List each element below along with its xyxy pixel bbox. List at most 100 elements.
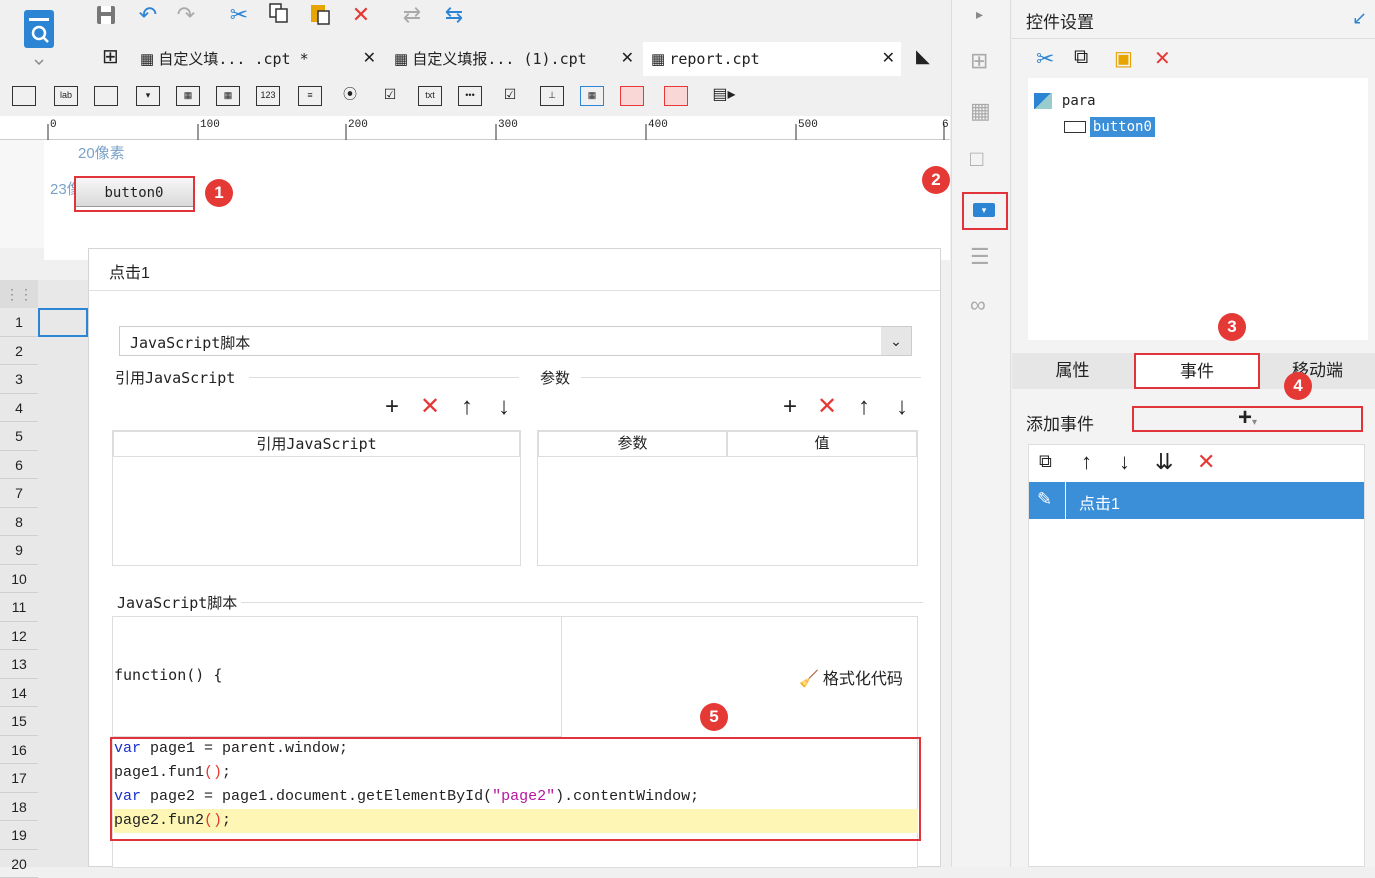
widget-settings-icon[interactable]: ▾ <box>962 192 1008 230</box>
paste-icon[interactable] <box>306 2 334 32</box>
move-up-icon[interactable]: ↑ <box>454 395 480 419</box>
add-event-dropdown[interactable]: +▾ <box>1132 406 1363 432</box>
delete-icon[interactable]: ✕ <box>1197 449 1215 475</box>
paste-icon[interactable]: ▣ <box>1114 46 1133 71</box>
more-widgets-icon[interactable]: ▤▸ <box>712 86 736 106</box>
tree-root[interactable]: para <box>1034 92 1096 109</box>
password-widget-icon[interactable]: ••• <box>458 86 482 106</box>
copy-icon[interactable]: ⧉ <box>1074 46 1088 69</box>
row-number[interactable]: 16 <box>0 736 38 765</box>
label-widget-icon[interactable]: lab <box>54 86 78 106</box>
close-icon[interactable]: ✕ <box>363 42 376 76</box>
tab-mobile[interactable]: 移动端 <box>1260 353 1375 389</box>
close-icon[interactable]: ✕ <box>882 42 895 76</box>
cut-icon[interactable]: ✂ <box>1036 46 1054 72</box>
combobox-widget-icon[interactable]: ▾ <box>136 86 160 106</box>
grid-icon[interactable]: ⊞ <box>102 44 119 69</box>
row-number[interactable]: 19 <box>0 821 38 850</box>
move-down-icon[interactable]: ↓ <box>491 395 517 419</box>
ruler-label: 400 <box>648 119 668 131</box>
tab-events[interactable]: 事件 <box>1134 353 1260 389</box>
redo-icon[interactable]: ↷ <box>172 2 200 28</box>
delete-icon[interactable]: ✕ <box>347 2 375 28</box>
row-number[interactable]: 17 <box>0 764 38 793</box>
delete-icon[interactable]: ✕ <box>1154 46 1171 71</box>
format-code-button[interactable]: 🧹 格式化代码 <box>799 665 903 689</box>
button-widget-icon[interactable] <box>12 86 36 106</box>
tree-child-selected[interactable]: button0 <box>1064 118 1155 135</box>
row-number[interactable]: 6 <box>0 451 38 480</box>
move-up-icon[interactable]: ↑ <box>851 395 877 419</box>
save-icon[interactable] <box>92 3 120 33</box>
cell-property-icon[interactable]: ▦ <box>970 98 991 124</box>
radio-group-icon[interactable]: ⦿ <box>338 86 362 106</box>
calendar-widget-icon[interactable]: ▦ <box>216 86 240 106</box>
event-item-selected[interactable]: ✎ 点击1 <box>1029 482 1364 519</box>
refresh-icon[interactable]: ⇄ <box>398 2 426 28</box>
checkbox-widget-icon[interactable]: ☑ <box>498 86 522 106</box>
row-number[interactable]: 9 <box>0 536 38 565</box>
chevron-down-icon[interactable]: ⌄ <box>881 327 911 355</box>
type-select[interactable]: JavaScript脚本 ⌄ <box>119 326 912 356</box>
cut-icon[interactable]: ✂ <box>225 2 253 28</box>
swap-icon[interactable]: ⇆ <box>440 2 468 28</box>
number-widget-icon[interactable]: 123 <box>256 86 280 106</box>
move-down-icon[interactable]: ↓ <box>1119 449 1130 475</box>
app-logo-icon[interactable] <box>22 8 56 52</box>
tab-menu-icon[interactable]: ◣ <box>916 46 930 67</box>
row-number[interactable]: 20 <box>0 850 38 878</box>
move-bottom-icon[interactable]: ⇊ <box>1155 449 1173 475</box>
tab-custom-fill-2[interactable]: ▦ 自定义填报... (1).cpt ✕ <box>386 42 640 76</box>
move-down-icon[interactable]: ↓ <box>889 395 915 419</box>
row-number[interactable]: 14 <box>0 679 38 708</box>
selected-cell[interactable] <box>38 308 88 337</box>
ruler-label: 500 <box>798 119 818 131</box>
move-up-icon[interactable]: ↑ <box>1081 449 1092 475</box>
datefield-widget-icon[interactable]: ▦ <box>176 86 200 106</box>
type-select-value: JavaScript脚本 <box>130 332 250 353</box>
row-number[interactable]: 2 <box>0 337 38 366</box>
ruler-label: 200 <box>348 119 368 131</box>
row-number[interactable]: 15 <box>0 707 38 736</box>
dialog-title: 点击1 <box>109 259 150 283</box>
date-range-icon[interactable] <box>664 86 688 106</box>
close-icon[interactable]: ✕ <box>621 42 634 76</box>
tab-custom-fill-1[interactable]: ▦ 自定义填... .cpt * ✕ <box>132 42 382 76</box>
textarea-widget-icon[interactable]: ≡ <box>298 86 322 106</box>
text-widget-icon[interactable]: txt <box>418 86 442 106</box>
table-widget-icon[interactable]: ▦ <box>580 86 604 106</box>
layout-icon[interactable]: ☰ <box>970 244 990 270</box>
corner-icon[interactable]: ⋮⋮ <box>0 280 38 308</box>
collapse-arrow-icon[interactable]: ▸ <box>976 6 983 23</box>
row-number[interactable]: 10 <box>0 565 38 594</box>
delete-ref-js-icon[interactable]: ✕ <box>417 395 443 419</box>
undo-icon[interactable]: ↶ <box>134 2 162 28</box>
copy-icon[interactable] <box>265 2 293 30</box>
textfield-widget-icon[interactable] <box>94 86 118 106</box>
row-number[interactable]: 12 <box>0 622 38 651</box>
row-number[interactable]: 7 <box>0 479 38 508</box>
row-number[interactable]: 13 <box>0 650 38 679</box>
delete-param-icon[interactable]: ✕ <box>814 395 840 419</box>
link-icon[interactable]: ∞ <box>970 292 986 318</box>
tree-widget-icon[interactable]: ⊥ <box>540 86 564 106</box>
collapse-panel-icon[interactable]: ↙ <box>1352 8 1367 29</box>
row-number[interactable]: 5 <box>0 422 38 451</box>
add-param-icon[interactable]: + <box>777 395 803 419</box>
row-number[interactable]: 8 <box>0 508 38 537</box>
row-number[interactable]: 4 <box>0 394 38 423</box>
tab-properties[interactable]: 属性 <box>1012 353 1133 389</box>
template-icon[interactable]: ⊞ <box>970 48 988 74</box>
add-ref-js-icon[interactable]: + <box>379 395 405 419</box>
frame-icon[interactable]: □ <box>970 146 983 172</box>
date-picker-icon[interactable] <box>620 86 644 106</box>
broom-icon: 🧹 <box>799 671 819 688</box>
copy-icon[interactable]: ⧉ <box>1039 451 1052 472</box>
row-number[interactable]: 11 <box>0 593 38 622</box>
edit-icon[interactable]: ✎ <box>1037 489 1052 510</box>
row-number[interactable]: 18 <box>0 793 38 822</box>
row-number[interactable]: 1 <box>0 308 38 337</box>
row-number[interactable]: 3 <box>0 365 38 394</box>
checkbox-group-icon[interactable]: ☑ <box>378 86 402 106</box>
tab-report[interactable]: ▦ report.cpt ✕ <box>643 42 901 76</box>
